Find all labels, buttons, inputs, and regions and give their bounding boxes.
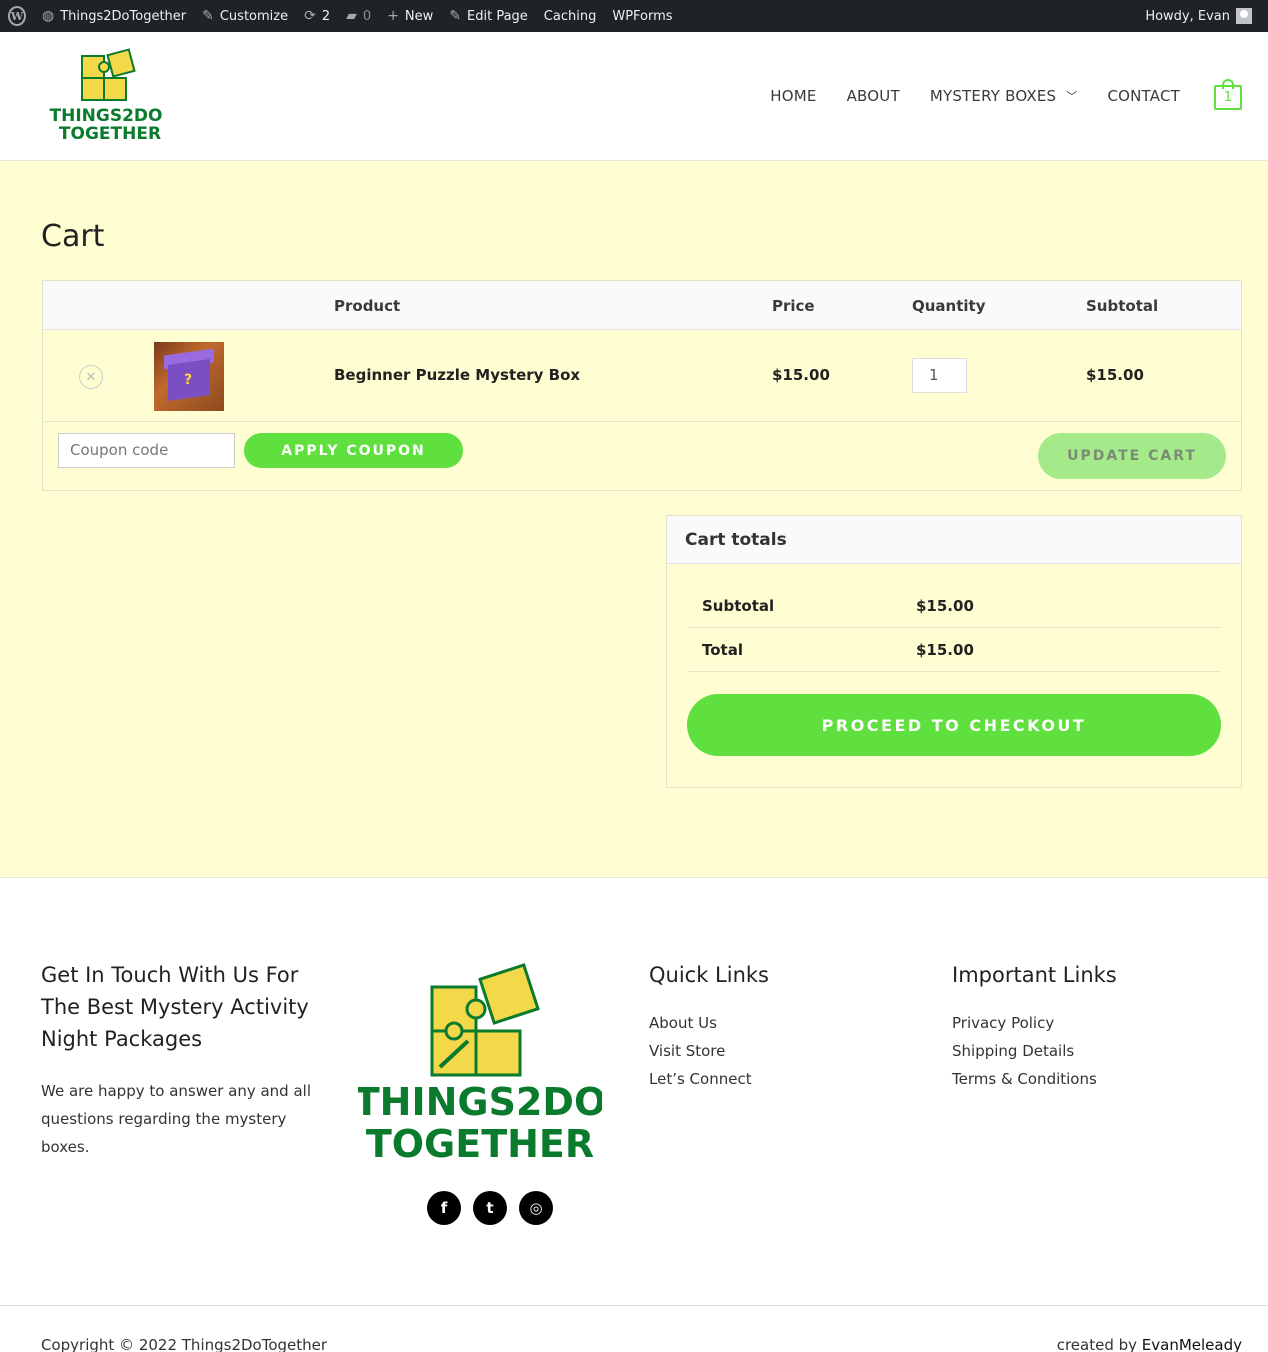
cart-table: Product Price Quantity Subtotal ✕ ? Begi… <box>42 280 1242 491</box>
chevron-down-icon: ﹀ <box>1066 90 1078 103</box>
product-price: $15.00 <box>772 366 830 384</box>
brush-icon: ✎ <box>202 8 214 24</box>
cart-table-header: Product Price Quantity Subtotal <box>43 281 1241 330</box>
twitter-icon[interactable]: t <box>473 1191 507 1225</box>
dashboard-icon: ◍ <box>42 8 55 24</box>
nav-about[interactable]: ABOUT <box>847 87 900 105</box>
comments-link[interactable]: ▰ 0 <box>338 0 379 32</box>
apply-coupon-button[interactable]: APPLY COUPON <box>244 433 463 468</box>
subtotal-label: Subtotal <box>702 597 775 615</box>
footer-contact-text: We are happy to answer any and all quest… <box>41 1082 311 1156</box>
header-cart[interactable]: 1 <box>1213 79 1243 111</box>
product-subtotal: $15.00 <box>1086 366 1144 384</box>
plus-icon: + <box>387 8 399 24</box>
customize-link[interactable]: ✎ Customize <box>194 0 296 32</box>
wordpress-menu[interactable]: W <box>0 0 34 32</box>
wordpress-icon: W <box>8 6 26 26</box>
coupon-code-input[interactable]: Coupon code <box>58 433 235 468</box>
proceed-to-checkout-button[interactable]: PROCEED TO CHECKOUT <box>687 694 1221 756</box>
update-cart-button[interactable]: UPDATE CART <box>1038 433 1226 479</box>
important-links-heading: Important Links <box>952 963 1117 987</box>
main-nav: HOME ABOUT MYSTERY BOXES ﹀ CONTACT <box>770 32 1180 160</box>
pencil-icon: ✎ <box>449 8 462 24</box>
facebook-icon[interactable]: f <box>427 1191 461 1225</box>
footer-logo-line-1: THINGS2DO <box>358 1080 602 1124</box>
logo-line-1: THINGS2DO <box>50 106 163 126</box>
footer-link-terms-conditions[interactable]: Terms & Conditions <box>952 1065 1117 1093</box>
logo-line-2: TOGETHER <box>59 124 161 144</box>
site-header: THINGS2DO TOGETHER HOME ABOUT MYSTERY BO… <box>0 32 1268 161</box>
social-links: f t ◎ <box>427 1191 553 1225</box>
footer-quick-links: Quick Links About Us Visit Store Let’s C… <box>649 959 769 1093</box>
product-name-link[interactable]: Beginner Puzzle Mystery Box <box>334 366 580 384</box>
cart-totals-title: Cart totals <box>667 516 1241 564</box>
product-thumbnail[interactable]: ? <box>154 342 224 411</box>
admin-bar: W ◍ Things2DoTogether ✎ Customize ⟳ 2 ▰ 0 + N… <box>0 0 1268 32</box>
footer-logo: THINGS2DO TOGETHER <box>358 963 602 1166</box>
coupon-row: Coupon code APPLY COUPON UPDATE CART <box>43 422 1241 491</box>
footer-link-lets-connect[interactable]: Let’s Connect <box>649 1065 769 1093</box>
column-price: Price <box>772 297 815 315</box>
account-menu[interactable]: Howdy, Evan <box>1145 0 1252 32</box>
total-value: $15.00 <box>916 641 974 659</box>
site-logo[interactable]: THINGS2DO TOGETHER <box>48 48 164 144</box>
footer-logo-line-2: TOGETHER <box>366 1122 594 1166</box>
cart-count: 1 <box>1214 85 1242 110</box>
column-product: Product <box>334 297 401 315</box>
footer-contact: Get In Touch With Us For The Best Myster… <box>41 959 331 1161</box>
refresh-icon: ⟳ <box>304 8 316 24</box>
site-footer: Get In Touch With Us For The Best Myster… <box>0 879 1268 1305</box>
column-subtotal: Subtotal <box>1086 297 1159 315</box>
avatar <box>1236 8 1252 24</box>
nav-home[interactable]: HOME <box>770 87 816 105</box>
page-title: Cart <box>41 219 105 254</box>
nav-contact[interactable]: CONTACT <box>1107 87 1180 105</box>
quantity-input[interactable]: 1 <box>912 358 967 393</box>
instagram-icon[interactable]: ◎ <box>519 1191 553 1225</box>
footer-link-privacy-policy[interactable]: Privacy Policy <box>952 1009 1117 1037</box>
footer-link-visit-store[interactable]: Visit Store <box>649 1037 769 1065</box>
footer-important-links: Important Links Privacy Policy Shipping … <box>952 959 1117 1093</box>
caching-menu[interactable]: Caching <box>536 0 605 32</box>
footer-link-about-us[interactable]: About Us <box>649 1009 769 1037</box>
author-link[interactable]: EvanMeleady <box>1142 1336 1242 1352</box>
quick-links-heading: Quick Links <box>649 963 770 987</box>
footer-bottom-bar: Copyright © 2022 Things2DoTogether creat… <box>0 1305 1268 1352</box>
site-name-menu[interactable]: ◍ Things2DoTogether <box>34 0 194 32</box>
total-label: Total <box>702 641 743 659</box>
copyright-text: Copyright © 2022 Things2DoTogether <box>41 1336 328 1352</box>
column-quantity: Quantity <box>912 297 986 315</box>
table-row: ✕ ? Beginner Puzzle Mystery Box $15.00 1… <box>43 330 1241 422</box>
wpforms-menu[interactable]: WPForms <box>604 0 680 32</box>
comment-icon: ▰ <box>346 8 357 24</box>
subtotal-value: $15.00 <box>916 597 974 615</box>
subtotal-row: Subtotal $15.00 <box>687 584 1221 628</box>
edit-page-link[interactable]: ✎ Edit Page <box>441 0 536 32</box>
updates-link[interactable]: ⟳ 2 <box>296 0 338 32</box>
cart-totals: Cart totals Subtotal $15.00 Total $15.00… <box>666 515 1242 788</box>
cart-page: Cart Product Price Quantity Subtotal ✕ ?… <box>0 161 1268 878</box>
new-content-menu[interactable]: + New <box>379 0 441 32</box>
footer-contact-heading: Get In Touch With Us For The Best Myster… <box>41 963 309 1051</box>
nav-mystery-boxes[interactable]: MYSTERY BOXES ﹀ <box>930 87 1078 105</box>
credit-text: created by EvanMeleady <box>1056 1336 1242 1352</box>
footer-link-shipping-details[interactable]: Shipping Details <box>952 1037 1117 1065</box>
total-row: Total $15.00 <box>687 628 1221 672</box>
remove-item-icon[interactable]: ✕ <box>79 365 103 389</box>
